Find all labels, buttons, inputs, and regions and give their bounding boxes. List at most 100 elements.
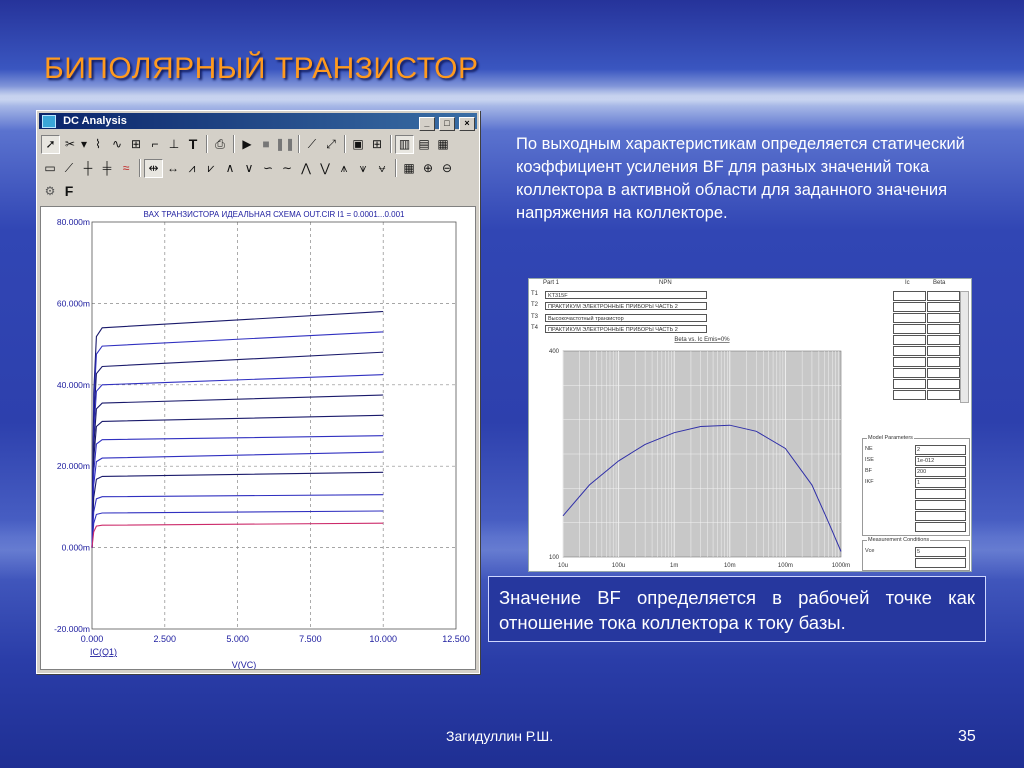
param-value-input[interactable] <box>915 511 966 521</box>
table-icon[interactable]: ▦ <box>434 135 452 153</box>
frame-icon[interactable]: ▣ <box>349 135 367 153</box>
row-value-input[interactable]: ПРАКТИКУМ ЭЛЕКТРОННЫЕ ПРИБОРЫ ЧАСТЬ 2 <box>545 325 707 333</box>
conclusion-box: Значение BF определяется в рабочей точке… <box>488 576 986 642</box>
peak-icon[interactable]: ┼ <box>79 159 97 177</box>
ic-cell[interactable] <box>893 357 926 367</box>
cursor-tool-icon[interactable]: ⌐ <box>146 135 164 153</box>
peak2-icon[interactable]: ∧ <box>221 159 239 177</box>
ic-cell[interactable] <box>893 346 926 356</box>
beta-cell[interactable] <box>927 335 960 345</box>
table2-icon[interactable]: ▦ <box>400 159 418 177</box>
ic-cell[interactable] <box>893 390 926 400</box>
beta-cell[interactable] <box>927 324 960 334</box>
ic-cell[interactable] <box>893 302 926 312</box>
maximize-button[interactable]: □ <box>438 117 455 131</box>
row-value-input[interactable]: ПРАКТИКУМ ЭЛЕКТРОННЫЕ ПРИБОРЫ ЧАСТЬ 2 <box>545 302 707 310</box>
grid-icon[interactable]: ⊞ <box>368 135 386 153</box>
ic-cell[interactable] <box>893 379 926 389</box>
tangent-icon[interactable]: ⟋ <box>60 159 78 177</box>
dc-plot[interactable]: ВАХ ТРАНЗИСТОРА ИДЕАЛЬНАЯ СХЕМА OUT.CIR … <box>41 207 475 669</box>
close-button[interactable]: × <box>459 117 475 131</box>
window-buttons: _ □ × <box>418 115 475 131</box>
beta-plot[interactable]: Beta vs. Ic Emis=0% 10u 100u 1m 10m 100m 1000m… <box>529 335 859 571</box>
node-tool-icon[interactable]: ⊥ <box>165 135 183 153</box>
window-titlebar[interactable]: DC Analysis _ □ × <box>39 113 477 131</box>
print-icon[interactable]: ⎙ <box>211 135 229 153</box>
param-value-input[interactable] <box>915 522 966 532</box>
wave-up-icon[interactable]: ∽ <box>259 159 277 177</box>
dc-plot-panel[interactable]: ВАХ ТРАНЗИСТОРА ИДЕАЛЬНАЯ СХЕМА OUT.CIR … <box>40 206 476 670</box>
zoom-out-icon[interactable]: ⊖ <box>438 159 456 177</box>
spread-icon[interactable]: ⋁ <box>316 159 334 177</box>
slope-line2-icon[interactable]: ⤢ <box>322 135 340 153</box>
wave-down-icon[interactable]: ∼ <box>278 159 296 177</box>
param-value-input[interactable]: 200 <box>915 467 966 477</box>
beta-x-tick-label: 10m <box>724 563 736 569</box>
slope-line-icon[interactable]: ⟋ <box>303 135 321 153</box>
slope-icon[interactable]: ⋀ <box>297 159 315 177</box>
inflect3-icon[interactable]: ⩝ <box>373 159 391 177</box>
beta-x-tick-label: 1m <box>670 563 678 569</box>
model-window[interactable]: Part 1 NPN Ic Beta T1 KT315F T2 ПРАКТИКУ… <box>528 278 972 572</box>
beta-header: Beta <box>933 280 946 286</box>
scissors-icon[interactable]: ✂ <box>61 135 79 153</box>
meas-value-input[interactable]: 5 <box>915 547 966 557</box>
ic-cell[interactable] <box>893 313 926 323</box>
app-icon <box>42 115 56 128</box>
high-icon[interactable]: ⩘ <box>183 159 201 177</box>
ic-cell[interactable] <box>893 368 926 378</box>
beta-cell[interactable] <box>927 379 960 389</box>
columns-icon[interactable]: ▥ <box>395 134 414 154</box>
dropdown-arrow-icon[interactable]: ▾ <box>80 135 88 153</box>
graph-icon[interactable]: ⊞ <box>127 135 145 153</box>
beta-x-tick-label: 1000m <box>832 563 850 569</box>
beta-cell[interactable] <box>927 390 960 400</box>
text-tool-icon[interactable]: T <box>184 135 202 153</box>
zoom-in-icon[interactable]: ⊕ <box>419 159 437 177</box>
row-value-input[interactable]: KT315F <box>545 291 707 299</box>
beta-cell[interactable] <box>927 368 960 378</box>
toolbar-f-button[interactable]: F <box>60 182 78 200</box>
rect-tool-icon[interactable]: ▭ <box>41 159 59 177</box>
dc-analysis-window[interactable]: DC Analysis _ □ × ➚ ✂ ▾ ⌇ ∿ ⊞ ⌐ ⊥ T ⎙ ▶ … <box>36 110 480 674</box>
cursor-both-icon[interactable]: ↔ <box>164 159 182 177</box>
valley2-icon[interactable]: ∨ <box>240 159 258 177</box>
beta-cell[interactable] <box>927 302 960 312</box>
curve-4 <box>91 374 384 548</box>
wave-icon[interactable]: ∿ <box>108 135 126 153</box>
beta-cell[interactable] <box>927 291 960 301</box>
plot-frame <box>91 221 457 630</box>
valley-icon[interactable]: ╪ <box>98 159 116 177</box>
magnet-icon[interactable]: ≈ <box>117 159 135 177</box>
meas-row: Vce 5 <box>865 547 968 557</box>
gear-icon[interactable]: ⚙ <box>41 182 59 200</box>
param-value-input[interactable]: 1 <box>915 478 966 488</box>
minimize-button[interactable]: _ <box>418 117 435 131</box>
param-value-input[interactable]: 2 <box>915 445 966 455</box>
param-name: ISE <box>865 457 874 463</box>
inflect2-icon[interactable]: ⩛ <box>354 159 372 177</box>
param-value-input[interactable] <box>915 489 966 499</box>
pause-icon[interactable]: ❚❚ <box>275 135 295 153</box>
beta-cell[interactable] <box>927 313 960 323</box>
beta-cell[interactable] <box>927 357 960 367</box>
stop-icon[interactable]: ■ <box>257 135 275 153</box>
grid-scrollbar[interactable] <box>960 291 969 403</box>
beta-cell[interactable] <box>927 346 960 356</box>
run-icon[interactable]: ▶ <box>238 135 256 153</box>
low-icon[interactable]: ⩗ <box>202 159 220 177</box>
ic-cell[interactable] <box>893 291 926 301</box>
measurement-title: Measurement Conditions <box>867 537 931 543</box>
curve-zoom-icon[interactable]: ⌇ <box>89 135 107 153</box>
cursor-left-icon[interactable]: ⇹ <box>144 158 163 178</box>
x-tick-label: 10.000 <box>369 634 397 644</box>
ic-cell[interactable] <box>893 335 926 345</box>
ic-cell[interactable] <box>893 324 926 334</box>
select-arrow-icon[interactable]: ➚ <box>41 134 60 154</box>
param-value-input[interactable]: 1e-012 <box>915 456 966 466</box>
meas-value-input[interactable] <box>915 558 966 568</box>
inflect-icon[interactable]: ⩚ <box>335 159 353 177</box>
param-value-input[interactable] <box>915 500 966 510</box>
rows-icon[interactable]: ▤ <box>415 135 433 153</box>
row-value-input[interactable]: Высокочастотный транзистор <box>545 314 707 322</box>
